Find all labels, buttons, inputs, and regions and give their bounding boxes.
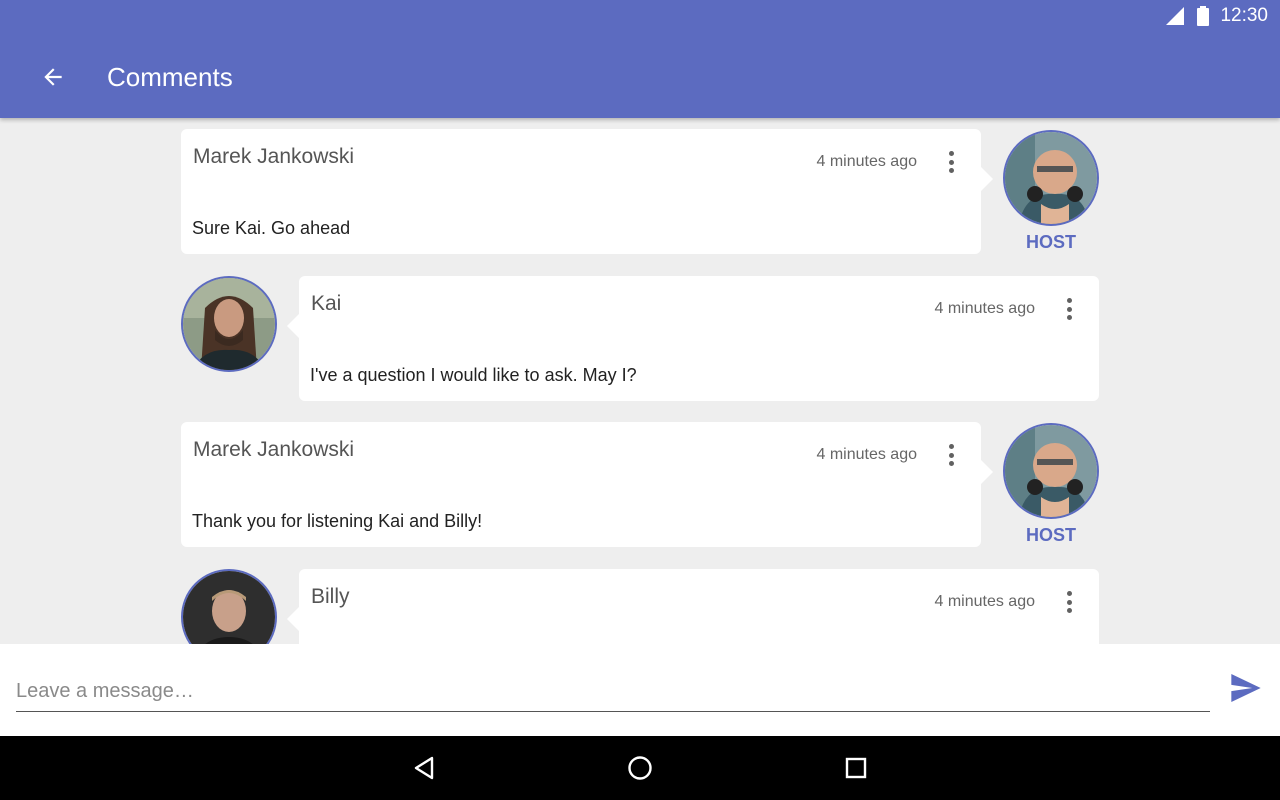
comment-card: Marek Jankowski 4 minutes ago Thank you … <box>181 422 993 547</box>
comment-time: 4 minutes ago <box>934 300 1035 317</box>
comment-time: 4 minutes ago <box>816 446 917 463</box>
more-vert-icon[interactable] <box>1063 296 1075 322</box>
comment-author: Billy <box>311 585 350 608</box>
nav-home-button[interactable] <box>624 752 656 784</box>
more-vert-icon[interactable] <box>945 149 957 175</box>
comment-author: Kai <box>311 292 342 315</box>
comment-author: Marek Jankowski <box>193 145 355 168</box>
comment-author: Marek Jankowski <box>193 438 355 461</box>
host-avatar[interactable] <box>1003 423 1099 519</box>
triangle-back-icon <box>414 756 434 780</box>
bubble-tail <box>981 460 993 484</box>
comment-message: I've a question I would like to ask. May… <box>310 365 637 385</box>
comment-card: Marek Jankowski 4 minutes ago Sure Kai. … <box>181 129 993 254</box>
host-badge: HOST <box>1025 525 1076 545</box>
send-icon <box>1231 674 1261 702</box>
arrow-back-icon <box>44 68 62 86</box>
system-nav-bar <box>0 736 1280 800</box>
more-vert-icon[interactable] <box>945 442 957 468</box>
comment-time: 4 minutes ago <box>934 593 1035 610</box>
app-bar: 12:30 Comments <box>0 0 1280 118</box>
comment-time: 4 minutes ago <box>816 153 917 170</box>
page-title: Comments <box>107 62 233 92</box>
bubble-tail <box>287 607 299 631</box>
kai-avatar[interactable] <box>181 276 277 372</box>
battery-icon <box>1197 6 1210 26</box>
signal-icon <box>1166 7 1185 25</box>
circle-home-icon <box>628 756 652 780</box>
send-button[interactable] <box>1230 674 1266 706</box>
comment-card: Kai 4 minutes ago I've a question I woul… <box>287 276 1099 401</box>
comment-message: Thank you for listening Kai and Billy! <box>192 511 483 531</box>
billy-avatar[interactable] <box>181 569 277 644</box>
status-time: 12:30 <box>1220 5 1268 26</box>
more-vert-icon[interactable] <box>1063 589 1075 615</box>
comment-feed[interactable]: Marek Jankowski 4 minutes ago Sure Kai. … <box>0 118 1280 644</box>
nav-back-button[interactable] <box>408 752 440 784</box>
message-composer <box>0 644 1280 736</box>
host-avatar[interactable] <box>1003 130 1099 226</box>
host-badge: HOST <box>1025 232 1076 252</box>
bubble-tail <box>981 167 993 191</box>
comment-card: Billy 4 minutes ago <box>287 569 1099 644</box>
status-bar: 12:30 <box>1164 4 1268 28</box>
back-button[interactable] <box>36 60 70 94</box>
nav-recents-button[interactable] <box>840 752 872 784</box>
message-input[interactable] <box>16 672 1210 712</box>
square-recents-icon <box>845 757 867 779</box>
bubble-tail <box>287 314 299 338</box>
comment-message: Sure Kai. Go ahead <box>192 218 351 238</box>
